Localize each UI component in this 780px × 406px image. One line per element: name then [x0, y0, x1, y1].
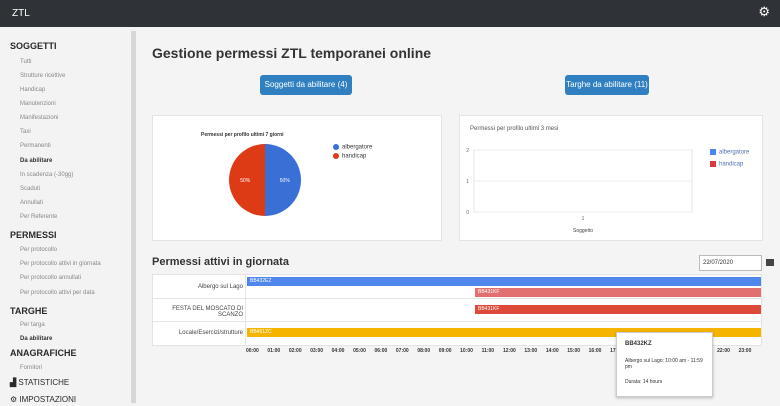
- hour-tick-label: 16:00: [588, 348, 602, 354]
- hour-tick-label: 14:00: [545, 348, 559, 354]
- top-navbar: ZTL ⚙: [0, 0, 780, 27]
- hour-tick-label: 23:00: [738, 348, 752, 354]
- sidebar-section-soggetti: SOGGETTI: [10, 41, 57, 51]
- sidebar-item-impostazioni[interactable]: ⚙ IMPOSTAZIONI: [10, 395, 76, 404]
- pie-chart-panel: Permessi per profilo ultimi 7 giorni 50%…: [152, 115, 442, 241]
- sidebar-item-strutture-ricettive[interactable]: Strutture ricettive: [20, 73, 65, 79]
- timeline-row-label: Albergo sul Lago: [197, 284, 243, 290]
- tooltip-plate: BB432KZ: [625, 341, 652, 347]
- legend-label: albergatore: [719, 149, 750, 156]
- label-divider: [245, 275, 246, 345]
- hour-tick-label: 06:00: [374, 348, 388, 354]
- sidebar-section-permessi: PERMESSI: [10, 230, 57, 240]
- legend-dot-icon: [333, 144, 339, 150]
- hour-tick-label: 11:00: [481, 348, 495, 354]
- hour-tick-label: 05:00: [353, 348, 366, 354]
- timeline-bar[interactable]: BB432EZ: [247, 277, 761, 286]
- timeline-bar[interactable]: BB431KF: [475, 305, 761, 314]
- sidebar-item-protocollo-attivi-giornata[interactable]: Per protocollo attivi in giornata: [20, 261, 101, 267]
- page-title: Gestione permessi ZTL temporanei online: [152, 45, 432, 61]
- pie-chart: 50% 50%: [229, 144, 301, 216]
- sidebar-item-manifestazioni[interactable]: Manifestazioni: [20, 115, 58, 121]
- targhe-da-abilitare-button[interactable]: Targhe da abilitare (11): [565, 75, 649, 95]
- sidebar-item-targhe-da-abilitare[interactable]: Da abilitare: [20, 336, 52, 342]
- hour-tick-label: 15:00: [567, 348, 581, 354]
- app-brand[interactable]: ZTL: [12, 8, 30, 19]
- legend-square-icon: [710, 149, 716, 155]
- sidebar-section-anagrafiche: ANAGRAFICHE: [10, 348, 77, 358]
- legend-label: handicap: [342, 153, 367, 160]
- sidebar-item-handicap[interactable]: Handicap: [20, 87, 45, 93]
- active-permits-title: Permessi attivi in giornata: [152, 256, 289, 268]
- gear-icon[interactable]: ⚙: [758, 5, 770, 18]
- timeline-row-label: FESTA DEL MOSCATO DI SCANZO: [172, 306, 243, 318]
- sidebar-item-scaduti[interactable]: Scaduti: [20, 186, 40, 192]
- timeline-tooltip: BB432KZ Albergo sul Lago: 10:00 am - 11:…: [616, 332, 713, 397]
- bar-legend-item[interactable]: albergatore: [710, 149, 749, 156]
- hour-tick-label: 08:00: [417, 348, 431, 354]
- hour-tick-label: 01:00: [267, 348, 281, 354]
- sidebar-item-per-targa[interactable]: Per targa: [20, 322, 45, 328]
- bar-chart-icon: ▟: [10, 378, 17, 387]
- sidebar-item-in-scadenza[interactable]: In scadenza (-30gg): [20, 172, 73, 178]
- legend-dot-icon: [333, 153, 339, 159]
- sidebar-item-manutenzioni[interactable]: Manutenzioni: [20, 101, 56, 107]
- hour-tick-label: 10:00: [460, 348, 473, 354]
- legend-square-icon: [710, 161, 716, 167]
- bar-chart: 0 1 2 1 Soggetto: [466, 148, 693, 234]
- sidebar-item-fornitori[interactable]: Fornitori: [20, 365, 42, 371]
- timeline-row-label: Locale/Esercizi/strutture: [178, 330, 243, 336]
- hour-tick-label: 03:00: [310, 348, 324, 354]
- hour-tick-label: 12:00: [503, 348, 516, 354]
- pie-legend-item[interactable]: handicap: [333, 153, 366, 160]
- gear-icon: ⚙: [10, 395, 18, 404]
- date-input[interactable]: 22/07/2020: [699, 255, 762, 271]
- pie-slice-label: 50%: [280, 178, 291, 184]
- sidebar-item-per-protocollo[interactable]: Per protocollo: [20, 247, 57, 253]
- hour-tick-label: 09:00: [438, 348, 452, 354]
- y-tick-label: 0: [466, 210, 469, 216]
- soggetti-da-abilitare-button[interactable]: Soggetti da abilitare (4): [260, 75, 352, 95]
- bar-legend-item[interactable]: handicap: [710, 161, 743, 168]
- sidebar-item-protocollo-attivi-data[interactable]: Per protocollo attivi per data: [20, 290, 95, 296]
- bar-chart-panel: Permessi per profilo ultimi 3 mesi 0121S…: [459, 115, 763, 241]
- x-tick-label: 1: [582, 216, 585, 222]
- sidebar-item-annullati[interactable]: Annullati: [20, 200, 43, 206]
- hour-tick-label: 04:00: [331, 348, 345, 354]
- hour-tick-label: 13:00: [524, 348, 538, 354]
- timeline-bar[interactable]: BB431KF: [475, 288, 761, 297]
- tooltip-description: Albergo sul Lago: 10:00 am - 11:59 pm: [625, 358, 703, 370]
- sidebar-item-taxi[interactable]: Taxi: [20, 129, 31, 135]
- calendar-icon[interactable]: [766, 259, 774, 266]
- tooltip-duration: Durata: 14 hours: [625, 379, 663, 385]
- hour-tick-label: 00:00: [246, 348, 259, 354]
- sidebar-item-permanenti[interactable]: Permanenti: [20, 143, 51, 149]
- hour-tick-label: 02:00: [288, 348, 302, 354]
- sidebar: SOGGETTI Tutti Strutture ricettive Handi…: [0, 27, 137, 406]
- sidebar-item-da-abilitare[interactable]: Da abilitare: [20, 158, 52, 164]
- legend-label: albergatore: [342, 144, 373, 151]
- pie-slice-label: 50%: [240, 178, 251, 184]
- pie-legend-item[interactable]: albergatore: [333, 144, 372, 151]
- sidebar-item-tutti[interactable]: Tutti: [20, 59, 31, 65]
- y-tick-label: 1: [466, 179, 469, 185]
- hour-tick-label: 22:00: [717, 348, 730, 354]
- x-axis-label: Soggetto: [573, 228, 593, 234]
- sidebar-item-statistiche[interactable]: ▟ STATISTICHE: [10, 378, 69, 387]
- sidebar-item-per-referente[interactable]: Per Referente: [20, 214, 57, 220]
- legend-label: handicap: [719, 161, 744, 168]
- sidebar-section-targhe: TARGHE: [10, 306, 48, 316]
- hour-tick-label: 07:00: [395, 348, 409, 354]
- main-content: Gestione permessi ZTL temporanei online …: [136, 27, 780, 406]
- sidebar-item-protocollo-annullati[interactable]: Per protocollo annullati: [20, 275, 81, 281]
- y-tick-label: 2: [466, 148, 469, 154]
